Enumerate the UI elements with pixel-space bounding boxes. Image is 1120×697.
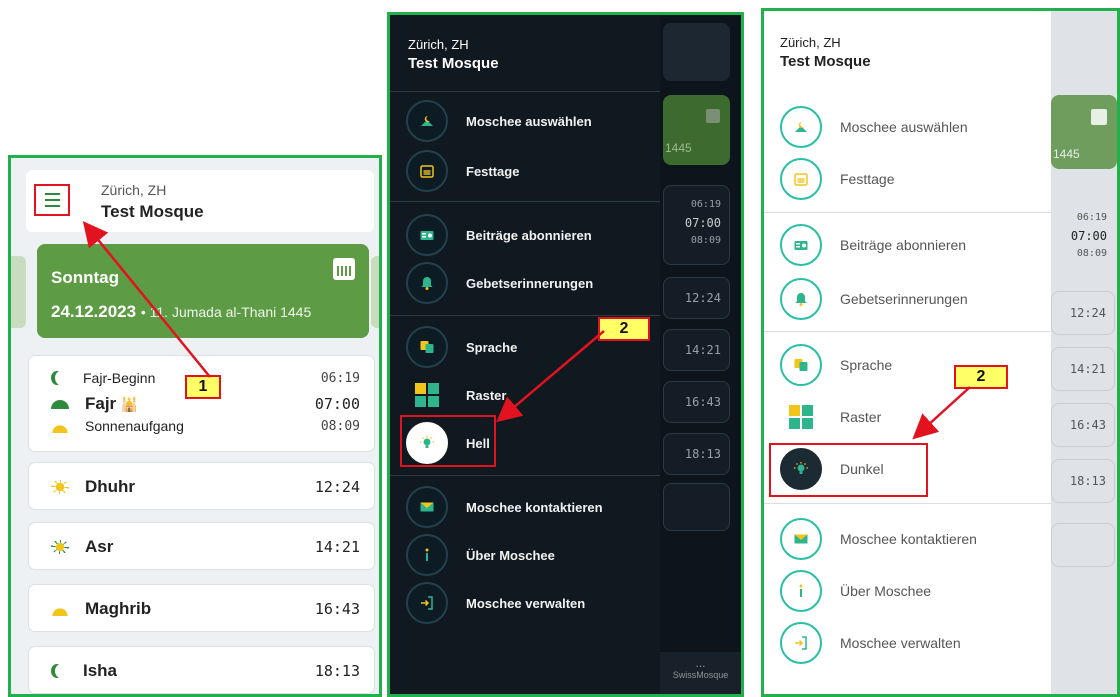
date-line: 24.12.2023 • 11. Jumada al-Thani 1445 — [51, 302, 312, 321]
highlight-theme-toggle-dark — [400, 415, 496, 467]
menu-item-prayer-reminders[interactable]: Gebetserinnerungen — [406, 261, 593, 305]
menu-item-about-mosque[interactable]: Über Moschee — [780, 569, 931, 613]
step-badge-2-light: 2 — [954, 365, 1008, 389]
fajr-card: Fajr-Beginn 06:19 Fajr 🕌 07:00 Sonnenauf… — [28, 355, 375, 452]
menu-item-about-mosque[interactable]: Über Moschee — [406, 533, 555, 577]
menu-item-language[interactable]: Sprache — [406, 325, 517, 369]
grid-icon — [780, 396, 822, 438]
menu-item-contact-mosque[interactable]: Moschee kontaktieren — [780, 517, 977, 561]
step-badge-2-dark: 2 — [598, 317, 650, 341]
menu-icon — [44, 193, 60, 195]
home-screen-panel: Zürich, ZH Test Mosque Sonntag 24.12.202… — [8, 155, 382, 697]
menu-item-subscribe[interactable]: Beiträge abonnieren — [780, 223, 966, 267]
prev-day-card-peek[interactable] — [11, 256, 26, 328]
menu-item-select-mosque[interactable]: Moschee auswählen — [406, 99, 592, 143]
hijri-date: 11. Jumada al-Thani 1445 — [149, 304, 312, 320]
translate-icon — [780, 344, 822, 386]
menu-item-holidays[interactable]: Festtage — [780, 157, 894, 201]
app-header: Zürich, ZH Test Mosque — [26, 170, 374, 232]
menu-item-subscribe[interactable]: Beiträge abonnieren — [406, 213, 592, 257]
bell-icon — [406, 262, 448, 304]
menu-item-grid[interactable]: Raster — [780, 395, 881, 439]
subscription-icon — [780, 224, 822, 266]
mail-icon — [780, 518, 822, 560]
bell-icon — [780, 278, 822, 320]
dark-drawer-panel: 1445 06:19 07:00 08:09 12:24 14:21 16:43… — [387, 12, 744, 697]
menu-item-prayer-reminders[interactable]: Gebetserinnerungen — [780, 277, 968, 321]
background-screen-dimmed: 1445 06:19 07:00 08:09 12:24 14:21 16:43… — [660, 15, 741, 694]
background-screen-dimmed: 1445 06:19 07:00 08:09 12:24 14:21 16:43… — [1051, 11, 1117, 694]
mosque-icon — [780, 106, 822, 148]
calendar-icon — [706, 109, 720, 123]
prayer-card-maghrib: Maghrib 16:43 — [28, 584, 375, 632]
login-icon — [780, 622, 822, 664]
info-icon — [406, 534, 448, 576]
prayer-card-asr: Asr 14:21 — [28, 522, 375, 570]
prayer-card-dhuhr: Dhuhr 12:24 — [28, 462, 375, 510]
crescent-icon — [55, 664, 67, 678]
sun-icon — [51, 480, 69, 494]
date-card[interactable]: Sonntag 24.12.2023 • 11. Jumada al-Thani… — [37, 244, 369, 338]
highlight-theme-toggle-light — [769, 443, 928, 497]
menu-item-language[interactable]: Sprache — [780, 343, 892, 387]
weekday: Sonntag — [51, 268, 119, 287]
next-day-card-peek[interactable] — [371, 256, 379, 328]
calendar-icon — [1091, 109, 1107, 125]
light-drawer-panel: 1445 06:19 07:00 08:09 12:24 14:21 16:43… — [761, 8, 1120, 697]
dawn-icon — [51, 399, 69, 409]
sunrise-icon — [51, 419, 69, 433]
menu-item-select-mosque[interactable]: Moschee auswählen — [780, 105, 968, 149]
menu-item-contact-mosque[interactable]: Moschee kontaktieren — [406, 485, 603, 529]
menu-item-manage-mosque[interactable]: Moschee verwalten — [406, 581, 585, 625]
step-badge-1: 1 — [185, 375, 221, 399]
sun-icon — [51, 540, 69, 554]
menu-item-grid[interactable]: Raster — [406, 373, 506, 417]
grid-icon — [406, 374, 448, 416]
prayer-card-isha: Isha 18:13 — [28, 646, 375, 694]
calendar-icon — [406, 150, 448, 192]
menu-item-manage-mosque[interactable]: Moschee verwalten — [780, 621, 961, 665]
mail-icon — [406, 486, 448, 528]
mosque-name: Test Mosque — [101, 202, 204, 221]
hamburger-menu-button[interactable] — [34, 184, 70, 216]
info-icon — [780, 570, 822, 612]
calendar-icon — [780, 158, 822, 200]
navigation-drawer: Zürich, ZH Test Mosque Moschee auswählen… — [390, 15, 660, 694]
mosque-icon — [406, 100, 448, 142]
location-city: Zürich, ZH — [101, 182, 167, 198]
calendar-icon[interactable] — [333, 258, 355, 280]
translate-icon — [406, 326, 448, 368]
login-icon — [406, 582, 448, 624]
mosque-icon: 🕌 — [120, 396, 139, 412]
prayer-row-sunrise: Sonnenaufgang 08:09 — [51, 418, 360, 434]
gregorian-date: 24.12.2023 — [51, 302, 137, 321]
sunset-icon — [51, 602, 69, 616]
navigation-drawer: Zürich, ZH Test Mosque Moschee auswählen… — [764, 11, 1051, 694]
bottom-nav: ... SwissMosque — [660, 652, 741, 694]
crescent-icon — [55, 371, 67, 385]
subscription-icon — [406, 214, 448, 256]
menu-item-holidays[interactable]: Festtage — [406, 149, 519, 193]
